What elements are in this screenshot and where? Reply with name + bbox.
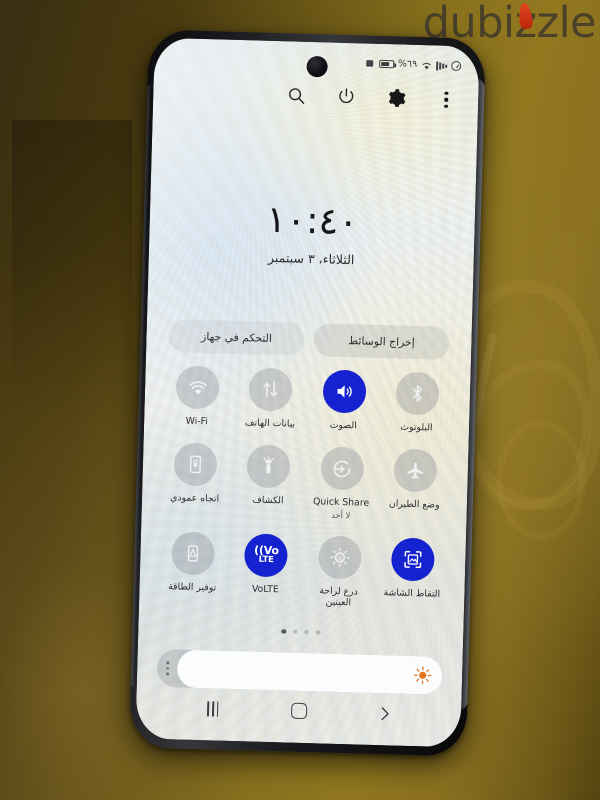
quick-settings-panel: ٦٩% ١٠:٤٠ الثلاثاء، ٣ سبتمبر إخراج الوسا…: [135, 38, 479, 748]
phone-frame: ٦٩% ١٠:٤٠ الثلاثاء، ٣ سبتمبر إخراج الوسا…: [129, 29, 486, 757]
tile-label: توفير الطاقة: [168, 580, 217, 594]
tile-label: بيانات الهاتف: [244, 417, 296, 430]
tile-label: الصوت: [329, 419, 357, 432]
page-dot-active[interactable]: [281, 629, 286, 634]
tile-label: البلوتوث: [400, 421, 433, 434]
quick-share-icon: [319, 446, 365, 491]
tile-label: وضع الطيران: [388, 498, 440, 512]
search-icon[interactable]: [284, 83, 309, 108]
bluetooth-icon: [395, 371, 440, 416]
power-saving-icon: [171, 530, 216, 576]
media-output-pill[interactable]: إخراج الوسائط: [313, 323, 450, 360]
volte-glyph-label: Vo)) LTE: [253, 543, 280, 566]
page-dot[interactable]: [304, 630, 309, 635]
tile-label: Wi-Fi: [185, 415, 209, 428]
page-indicator: [138, 625, 463, 638]
screenshot-icon: [390, 537, 435, 582]
flame-icon: [517, 2, 533, 30]
device-control-pill[interactable]: التحكم في جهاز: [168, 319, 305, 356]
tile-smart-capture[interactable]: التقاط الشاشة: [375, 537, 450, 612]
tile-label: التقاط الشاشة: [383, 586, 441, 600]
rotation-lock-icon: [173, 442, 218, 487]
tile-eye-comfort-shield[interactable]: A درع لراحة العينين: [302, 535, 377, 610]
background-ornament-3: [496, 420, 586, 540]
clock-date: الثلاثاء، ٣ سبتمبر: [267, 249, 355, 268]
tile-quick-share[interactable]: Quick Share لا أحد: [304, 446, 379, 520]
background-ornament-2: [470, 360, 590, 510]
status-bar: ٦٩%: [365, 58, 462, 72]
phone-screen: ٦٩% ١٠:٤٠ الثلاثاء، ٣ سبتمبر إخراج الوسا…: [135, 37, 480, 748]
back-chevron-icon[interactable]: [367, 696, 402, 731]
background-shadow: [12, 120, 132, 420]
tile-label: VoLTE: [251, 583, 279, 595]
tile-bluetooth[interactable]: البلوتوث: [380, 371, 455, 434]
device-control-label: التحكم في جهاز: [200, 330, 273, 345]
mobile-data-icon: [248, 367, 294, 412]
tile-volte[interactable]: Vo)) LTE VoLTE: [228, 532, 303, 608]
three-dots-vertical-icon[interactable]: [434, 87, 459, 112]
brightness-sun-icon: [412, 665, 434, 687]
phone-device: ٦٩% ١٠:٤٠ الثلاثاء، ٣ سبتمبر إخراج الوسا…: [129, 29, 486, 757]
clock-time: ١٠:٤٠: [265, 197, 359, 244]
tile-wifi[interactable]: Wi-Fi: [160, 365, 235, 428]
page-dot[interactable]: [292, 629, 298, 635]
wifi-icon: [175, 365, 220, 410]
navigation-bar: [136, 686, 462, 735]
page-dot[interactable]: [315, 630, 321, 635]
tile-label: اتجاه عمودي: [170, 492, 220, 505]
volte-icon: Vo)) LTE: [244, 532, 289, 578]
wifi-icon: [421, 61, 432, 70]
tile-auto-rotate[interactable]: اتجاه عمودي: [158, 442, 233, 516]
eye-comfort-icon: A: [317, 535, 362, 580]
tile-label: درع لراحة العينين: [319, 585, 358, 609]
signal-bars-icon: [436, 60, 448, 71]
tile-label: الكشاف: [252, 494, 284, 507]
tile-power-saving[interactable]: توفير الطاقة: [155, 530, 230, 606]
home-icon[interactable]: [281, 693, 316, 728]
quick-settings-grid: البلوتوث الصوت بيانات الهاتف Wi-Fi وضع ا…: [155, 365, 455, 611]
battery-percent-label: ٦٩%: [397, 58, 418, 71]
flashlight-icon: [246, 444, 291, 489]
tile-sublabel: لا أحد: [330, 509, 351, 520]
mute-icon: [451, 60, 462, 72]
alarm-icon: [365, 58, 375, 68]
drag-handle-icon[interactable]: [166, 661, 170, 676]
volume-icon: [322, 369, 367, 414]
product-photo: dubizzle ٦٩% ١٠:٤٠ الثلاثاء، ٣ سبتمبر إخ…: [0, 0, 600, 800]
tile-sound[interactable]: الصوت: [306, 369, 381, 432]
battery-icon: [378, 59, 395, 69]
panel-pill-row: إخراج الوسائط التحكم في جهاز: [168, 319, 450, 360]
tile-mobile-data[interactable]: بيانات الهاتف: [233, 367, 308, 430]
media-output-label: إخراج الوسائط: [348, 334, 415, 349]
airplane-icon: [393, 448, 438, 493]
power-icon[interactable]: [334, 85, 359, 110]
gear-icon[interactable]: [384, 86, 409, 111]
tile-flashlight[interactable]: الكشاف: [231, 444, 306, 518]
recents-icon[interactable]: [196, 691, 231, 726]
tile-airplane-mode[interactable]: وضع الطيران: [377, 448, 452, 522]
lockscreen-clock: ١٠:٤٠ الثلاثاء، ٣ سبتمبر: [149, 198, 476, 271]
tile-label: Quick Share: [312, 496, 370, 510]
panel-toolbar: [284, 83, 459, 112]
